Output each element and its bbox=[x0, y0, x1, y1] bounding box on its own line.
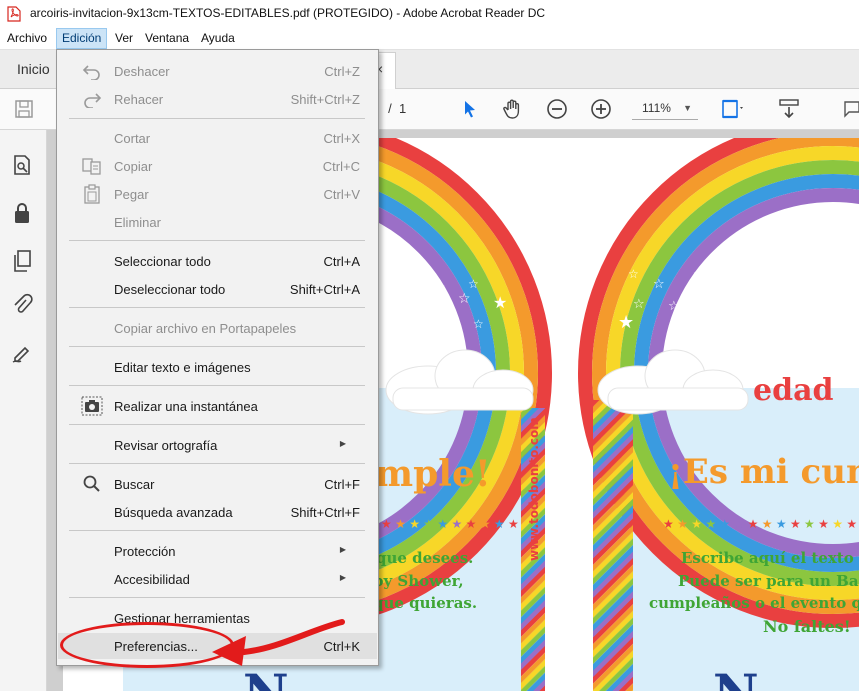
svg-text:N: N bbox=[243, 663, 289, 691]
left-body-line-3: que quieras. bbox=[373, 594, 477, 612]
svg-text:☆: ☆ bbox=[693, 267, 704, 281]
menu-separator bbox=[69, 118, 365, 119]
menubar: Archivo Edición Ver Ventana Ayuda bbox=[0, 28, 859, 50]
pdf-file-icon bbox=[7, 6, 21, 22]
menu-item-preferencias[interactable]: Preferencias... Ctrl+K bbox=[58, 633, 377, 659]
paste-icon bbox=[81, 184, 103, 204]
svg-text:☆: ☆ bbox=[728, 277, 739, 291]
menu-item-deshacer[interactable]: Deshacer Ctrl+Z bbox=[58, 58, 377, 84]
edicion-dropdown-menu: Deshacer Ctrl+Z Rehacer Shift+Ctrl+Z Cor… bbox=[56, 49, 379, 666]
menu-item-cortar[interactable]: Cortar Ctrl+X bbox=[58, 125, 377, 151]
menu-separator bbox=[69, 346, 365, 347]
submenu-arrow-icon: ▶ bbox=[339, 439, 346, 448]
zoom-select[interactable]: 111% ▼ bbox=[632, 97, 698, 120]
menu-archivo[interactable]: Archivo bbox=[2, 28, 52, 49]
menu-item-seleccionar-todo[interactable]: Seleccionar todo Ctrl+A bbox=[58, 248, 377, 274]
copy-icon bbox=[81, 156, 103, 176]
menu-item-pegar[interactable]: Pegar Ctrl+V bbox=[58, 181, 377, 207]
select-cursor-icon[interactable] bbox=[456, 95, 484, 123]
chevron-down-icon: ▼ bbox=[683, 103, 692, 113]
svg-text:☆: ☆ bbox=[668, 298, 680, 313]
zoom-in-icon[interactable] bbox=[587, 95, 615, 123]
svg-text:☆: ☆ bbox=[628, 267, 639, 281]
menu-item-copiar-archivo[interactable]: Copiar archivo en Portapapeles bbox=[58, 315, 377, 341]
menu-item-buscar[interactable]: Buscar Ctrl+F bbox=[58, 471, 377, 497]
svg-text:☆: ☆ bbox=[633, 296, 645, 311]
zoom-value: 111% bbox=[642, 101, 671, 115]
submenu-arrow-icon: ▶ bbox=[339, 545, 346, 554]
page-separator: / bbox=[388, 101, 392, 116]
camera-icon bbox=[81, 396, 103, 416]
menu-item-copiar[interactable]: Copiar Ctrl+C bbox=[58, 153, 377, 179]
menu-item-proteccion[interactable]: Protección ▶ bbox=[58, 538, 377, 564]
menu-item-busqueda-avanzada[interactable]: Búsqueda avanzada Shift+Ctrl+F bbox=[58, 499, 377, 525]
left-tools-rail bbox=[0, 130, 47, 691]
page-thumbnails-icon[interactable] bbox=[9, 152, 35, 178]
tab-inicio[interactable]: Inicio bbox=[0, 50, 60, 88]
right-body-line-2: Puede ser para un Baby bbox=[678, 572, 859, 590]
right-card-edad: edad bbox=[753, 373, 834, 408]
menu-item-ortografia[interactable]: Revisar ortografía ▶ bbox=[58, 432, 377, 458]
svg-text:☆: ☆ bbox=[468, 277, 479, 291]
copy-pages-icon[interactable] bbox=[9, 248, 35, 274]
menu-item-gestionar-herramientas[interactable]: Gestionar herramientas bbox=[58, 605, 377, 631]
lock-icon[interactable] bbox=[9, 200, 35, 226]
svg-text:★: ★ bbox=[433, 279, 446, 295]
watermark-text: www.todobonito.com bbox=[527, 417, 541, 561]
window-title: arcoiris-invitacion-9x13cm-TEXTOS-EDITAB… bbox=[30, 6, 546, 20]
menu-ver[interactable]: Ver bbox=[110, 28, 138, 49]
menu-item-accesibilidad[interactable]: Accesibilidad ▶ bbox=[58, 566, 377, 592]
window-titlebar: arcoiris-invitacion-9x13cm-TEXTOS-EDITAB… bbox=[0, 0, 859, 28]
right-body-line-4: No faltes! bbox=[763, 617, 851, 636]
attachment-icon[interactable] bbox=[9, 292, 35, 318]
zoom-out-icon[interactable] bbox=[543, 95, 571, 123]
menu-separator bbox=[69, 307, 365, 308]
menu-separator bbox=[69, 240, 365, 241]
scroll-mode-icon[interactable] bbox=[775, 95, 803, 123]
left-body-line-1: que desees. bbox=[376, 549, 473, 567]
svg-text:☆: ☆ bbox=[473, 317, 484, 331]
svg-text:★: ★ bbox=[493, 295, 507, 312]
submenu-arrow-icon: ▶ bbox=[339, 573, 346, 582]
svg-text:★ ★ ★ ★ ★ ★ ★ ★ ★ ★: ★ ★ ★ ★ ★ ★ ★ ★ ★ ★ bbox=[381, 517, 519, 531]
menu-item-rehacer[interactable]: Rehacer Shift+Ctrl+Z bbox=[58, 86, 377, 112]
comment-icon[interactable] bbox=[836, 95, 859, 123]
left-card-title: mple! bbox=[375, 453, 491, 495]
menu-item-instantanea[interactable]: Realizar una instantánea bbox=[58, 393, 377, 419]
sign-pen-icon[interactable] bbox=[9, 340, 35, 366]
search-icon bbox=[81, 474, 103, 494]
menu-separator bbox=[69, 424, 365, 425]
menu-separator bbox=[69, 597, 365, 598]
undo-icon bbox=[81, 61, 103, 81]
hand-tool-icon[interactable] bbox=[499, 95, 527, 123]
svg-text:☆: ☆ bbox=[458, 290, 471, 306]
menu-separator bbox=[69, 385, 365, 386]
menu-item-editar-texto[interactable]: Editar texto e imágenes bbox=[58, 354, 377, 380]
right-body-line-3: cumpleaños o el evento que bbox=[649, 594, 859, 612]
right-card-title: ¡Es mi cumple! bbox=[668, 452, 859, 492]
menu-separator bbox=[69, 463, 365, 464]
menu-separator bbox=[69, 530, 365, 531]
right-body-line-1: Escribe aquí el texto que bbox=[681, 549, 859, 567]
save-icon[interactable] bbox=[10, 95, 38, 123]
svg-text:☆: ☆ bbox=[703, 292, 714, 306]
svg-text:★: ★ bbox=[618, 312, 634, 332]
menu-ayuda[interactable]: Ayuda bbox=[196, 28, 240, 49]
page-total: 1 bbox=[398, 101, 407, 116]
page-fit-icon[interactable] bbox=[718, 95, 746, 123]
svg-text:N: N bbox=[713, 663, 759, 691]
svg-text:☆: ☆ bbox=[401, 293, 414, 309]
left-body-line-2: by Shower, bbox=[373, 572, 464, 590]
menu-item-eliminar[interactable]: Eliminar bbox=[58, 209, 377, 235]
menu-item-deseleccionar-todo[interactable]: Deseleccionar todo Shift+Ctrl+A bbox=[58, 276, 377, 302]
svg-text:☆: ☆ bbox=[653, 276, 665, 291]
svg-text:★ ★ ★ ★ ★ ★ ★ ★ ★ ★ ★ ★ ★ ★: ★ ★ ★ ★ ★ ★ ★ ★ ★ ★ ★ ★ ★ ★ bbox=[663, 517, 857, 531]
menu-edicion[interactable]: Edición bbox=[56, 28, 108, 49]
menu-ventana[interactable]: Ventana bbox=[140, 28, 194, 49]
redo-icon bbox=[81, 89, 103, 109]
